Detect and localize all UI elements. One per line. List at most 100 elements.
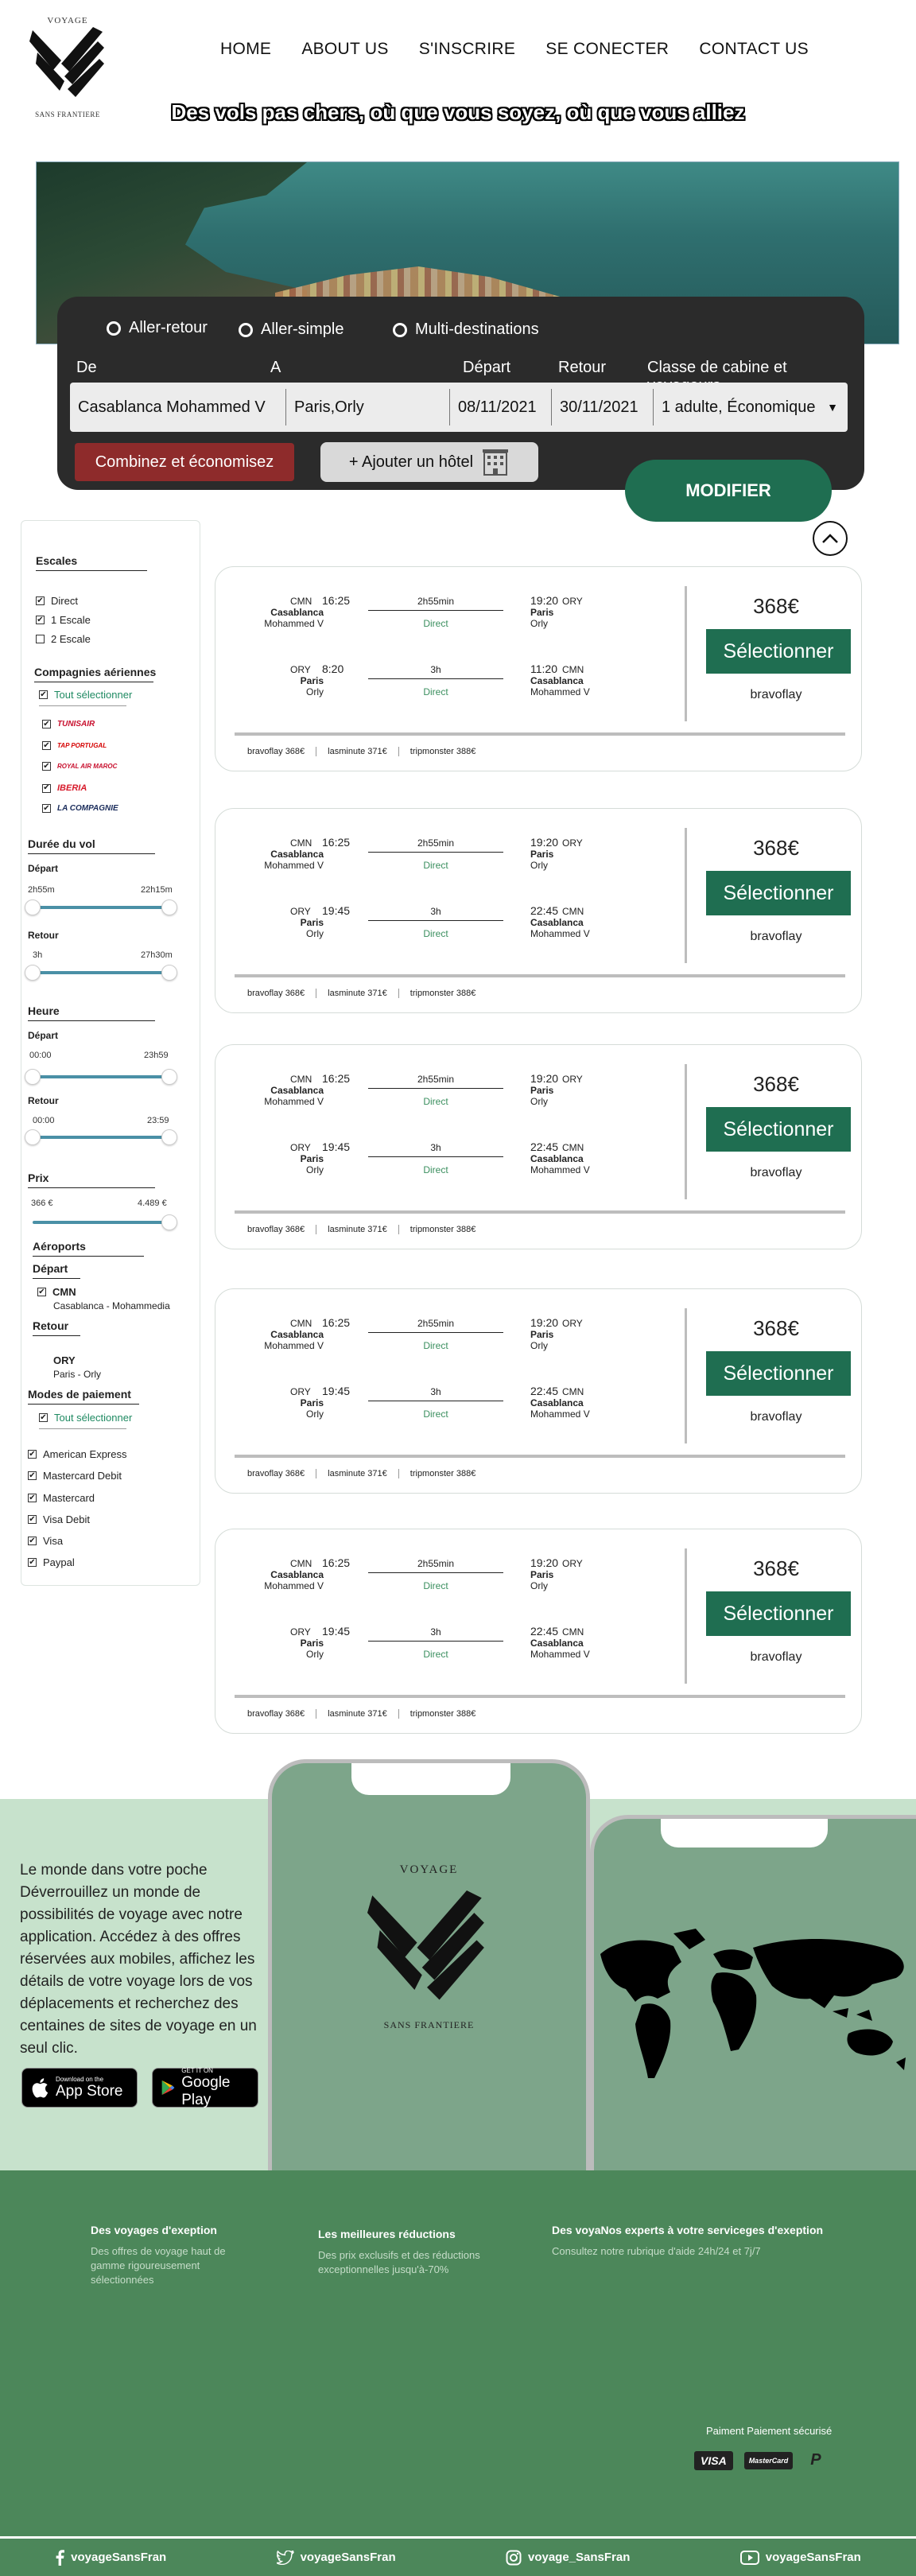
checkbox-checked-icon[interactable]: ✔ [37,1288,46,1296]
facebook-link[interactable]: voyageSansFran [55,2549,166,2566]
from-input[interactable]: Casablanca Mohammed V [70,389,286,425]
slider-handle-min[interactable] [25,1069,41,1085]
airlines-select-all[interactable]: ✔ Tout sélectionner [39,689,132,701]
offer-link[interactable]: tripmonster 388€ [398,989,487,998]
checkbox-empty-icon[interactable] [36,635,45,643]
hour-depart-slider[interactable] [33,1075,168,1078]
twitter-link[interactable]: voyageSansFran [276,2550,396,2565]
radio-icon[interactable] [107,321,121,336]
checkbox-checked-icon[interactable]: ✔ [36,616,45,624]
slider-handle-max[interactable] [161,1214,177,1230]
slider-handle-max[interactable] [161,1129,177,1145]
divider [33,1278,80,1279]
slider-handle-max[interactable] [161,1069,177,1085]
checkbox-checked-icon[interactable]: ✔ [42,762,51,771]
instagram-link[interactable]: voyage_SansFran [506,2550,630,2566]
checkbox-checked-icon[interactable]: ✔ [28,1515,37,1524]
offer-link[interactable]: bravoflay 368€ [247,747,316,756]
scroll-up-button[interactable] [813,521,848,556]
trip-multi-destinations[interactable]: Multi-destinations [393,321,539,339]
select-button[interactable]: Sélectionner [706,871,851,915]
select-button[interactable]: Sélectionner [706,1591,851,1636]
airline-tap[interactable]: ✔ TAP PORTUGAL [42,741,107,750]
payment-visa[interactable]: ✔ Visa [28,1535,63,1547]
checkbox-checked-icon[interactable]: ✔ [28,1471,37,1480]
nav-home[interactable]: HOME [220,40,271,59]
offer-link[interactable]: bravoflay 368€ [247,989,316,998]
offer-link[interactable]: lasminute 371€ [316,1709,398,1719]
offer-link[interactable]: bravoflay 368€ [247,1709,316,1719]
depart-date-input[interactable]: 08/11/2021 [450,389,552,425]
nav-contact-us[interactable]: CONTACT US [699,40,809,59]
payment-mastercard[interactable]: ✔ Mastercard [28,1492,95,1504]
modify-button[interactable]: MODIFIER [625,460,832,522]
slider-handle-min[interactable] [25,965,41,981]
radio-icon[interactable] [239,322,253,337]
payment-mastercard-debit[interactable]: ✔ Mastercard Debit [28,1470,122,1482]
offer-link[interactable]: tripmonster 388€ [398,1469,487,1478]
offer-link[interactable]: bravoflay 368€ [247,1469,316,1478]
arr-airport: Mohammed V [530,928,590,939]
airport-depart-option[interactable]: ✔ CMN [37,1286,76,1298]
app-store-button[interactable]: Download on the App Store [21,2068,138,2108]
duration-depart-slider[interactable] [33,906,168,909]
radio-icon[interactable] [393,322,407,337]
checkbox-checked-icon[interactable]: ✔ [42,783,51,793]
slider-handle-min[interactable] [25,899,41,915]
slider-handle-max[interactable] [161,965,177,981]
payment-visa-debit[interactable]: ✔ Visa Debit [28,1513,90,1525]
trip-aller-retour[interactable]: Aller-retour [107,319,208,337]
checkbox-checked-icon[interactable]: ✔ [36,596,45,605]
nav-inscrire[interactable]: S'INSCRIRE [419,40,515,59]
checkbox-checked-icon[interactable]: ✔ [42,720,51,729]
offer-link[interactable]: lasminute 371€ [316,747,398,756]
nav-se-connecter[interactable]: SE CONECTER [545,40,669,59]
stop-1-escale[interactable]: ✔ 1 Escale [36,614,91,626]
checkbox-checked-icon[interactable]: ✔ [28,1537,37,1545]
payment-amex[interactable]: ✔ American Express [28,1448,126,1460]
offer-link[interactable]: lasminute 371€ [316,1225,398,1234]
airline-la-compagnie[interactable]: ✔ LA COMPAGNIE [42,804,118,813]
checkbox-checked-icon[interactable]: ✔ [42,804,51,813]
cabin-select[interactable]: 1 adulte, Économique ▼ [654,389,848,425]
add-hotel-button[interactable]: + Ajouter un hôtel [320,442,538,482]
airport-return-code[interactable]: ORY [53,1354,76,1366]
google-play-button[interactable]: GET IT ON Google Play [152,2067,258,2108]
combine-button[interactable]: Combinez et économisez [75,443,294,481]
checkbox-checked-icon[interactable]: ✔ [39,1413,48,1422]
offer-link[interactable]: bravoflay 368€ [247,1225,316,1234]
select-button[interactable]: Sélectionner [706,1351,851,1396]
hour-return-slider[interactable] [33,1136,168,1139]
select-button[interactable]: Sélectionner [706,1107,851,1152]
duration-return-slider[interactable] [33,971,168,974]
youtube-link[interactable]: voyageSansFran [739,2550,861,2565]
stop-label: 2 Escale [51,633,91,645]
airline-royal-air-maroc[interactable]: ✔ ROYAL AIR MAROC [42,762,117,771]
payment-select-all[interactable]: ✔ Tout sélectionner [39,1412,132,1424]
nav-about-us[interactable]: ABOUT US [301,40,388,59]
checkbox-checked-icon[interactable]: ✔ [28,1450,37,1459]
offer-link[interactable]: tripmonster 388€ [398,747,487,756]
return-date-input[interactable]: 30/11/2021 [552,389,654,425]
airline-tunisair[interactable]: ✔ TUNISAIR [42,720,95,729]
airline-iberia[interactable]: ✔ IBERIA [42,783,87,793]
checkbox-checked-icon[interactable]: ✔ [42,741,51,750]
offer-link[interactable]: tripmonster 388€ [398,1709,487,1719]
stop-direct[interactable]: ✔ Direct [36,595,78,607]
select-button[interactable]: Sélectionner [706,629,851,674]
offer-link[interactable]: lasminute 371€ [316,1469,398,1478]
card-separator [235,1455,845,1458]
offer-link[interactable]: tripmonster 388€ [398,1225,487,1234]
flight-duration: 3h [430,906,441,917]
price-slider[interactable] [33,1221,168,1224]
slider-handle-max[interactable] [161,899,177,915]
checkbox-checked-icon[interactable]: ✔ [28,1494,37,1502]
to-input[interactable]: Paris,Orly [286,389,450,425]
trip-aller-simple[interactable]: Aller-simple [239,321,344,339]
checkbox-checked-icon[interactable]: ✔ [39,690,48,699]
slider-handle-min[interactable] [25,1129,41,1145]
checkbox-checked-icon[interactable]: ✔ [28,1558,37,1567]
offer-link[interactable]: lasminute 371€ [316,989,398,998]
stop-2-escale[interactable]: 2 Escale [36,633,91,645]
payment-paypal[interactable]: ✔ Paypal [28,1556,75,1568]
